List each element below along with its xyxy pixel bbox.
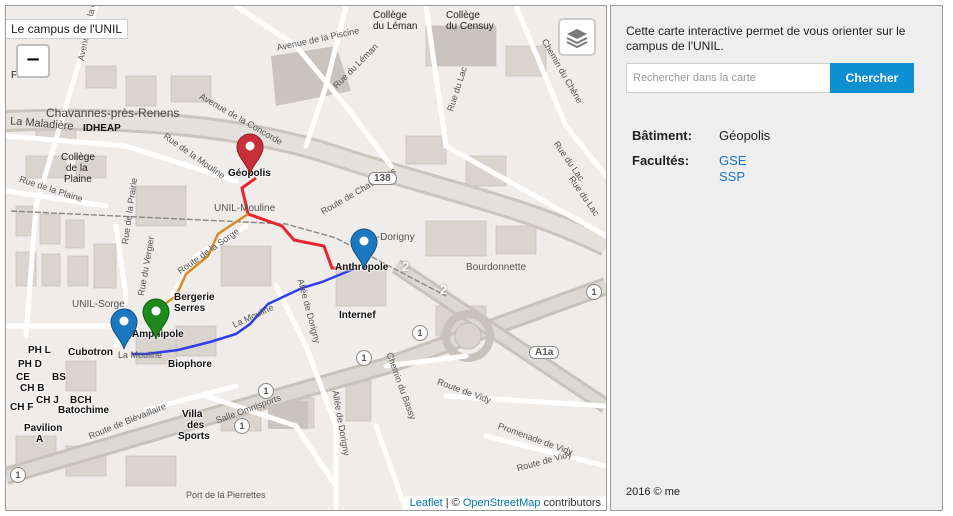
- map-label-bergerie[interactable]: Bergerie: [174, 292, 215, 303]
- building-row: Bâtiment: Géopolis: [632, 128, 770, 143]
- layers-icon: [566, 29, 588, 48]
- map-title: Le campus de l'UNIL: [6, 19, 129, 39]
- zoom-out-button[interactable]: −: [16, 44, 50, 78]
- info-panel: Cette carte interactive permet de vous o…: [610, 5, 943, 511]
- map-label-cubotron[interactable]: Cubotron: [68, 347, 113, 358]
- faculties-list: GSE SSP: [719, 153, 746, 185]
- map-label-internef[interactable]: Internef: [339, 310, 376, 321]
- faculty-link-ssp[interactable]: SSP: [719, 169, 746, 185]
- marker-geopolis[interactable]: [236, 133, 264, 175]
- map-label-building[interactable]: CH B: [20, 383, 44, 394]
- map-label-pavilion: A: [36, 434, 44, 445]
- marker-cubotron[interactable]: [110, 308, 138, 350]
- faculties-label: Facultés:: [632, 153, 690, 168]
- map-pin-icon: [110, 308, 138, 350]
- map-label-building: du Censuy: [446, 21, 494, 32]
- map-label-building[interactable]: PH L: [28, 345, 51, 356]
- map-pin-icon: [142, 298, 170, 340]
- layers-button[interactable]: [558, 18, 596, 56]
- route-number: 2: [402, 259, 410, 274]
- panel-description: Cette carte interactive permet de vous o…: [626, 24, 906, 53]
- map-label-building: de la: [66, 163, 88, 174]
- road-shield-138: 138: [368, 172, 397, 185]
- map-label-building[interactable]: CH F: [10, 402, 33, 413]
- attribution-text: contributors: [540, 497, 601, 509]
- panel-footer: 2016 © me: [626, 486, 680, 498]
- search-button[interactable]: Chercher: [830, 63, 914, 93]
- map-label-place: Chavannes-près-Renens: [46, 106, 180, 120]
- map-label-building[interactable]: BCH: [70, 395, 92, 406]
- map-label-building: Collège: [446, 10, 480, 21]
- route-number: 1: [412, 325, 428, 341]
- marker-amphipole[interactable]: [142, 298, 170, 340]
- map-label-villa-sports: des: [187, 420, 205, 431]
- map-label-building: Collège: [373, 10, 407, 21]
- marker-anthropole[interactable]: [350, 228, 378, 270]
- map-label-building: du Léman: [373, 21, 418, 32]
- attribution-separator: | ©: [442, 497, 463, 509]
- map-pin-icon: [236, 133, 264, 175]
- route-number: 1: [10, 467, 26, 483]
- map-label-building: Collège: [61, 152, 95, 163]
- map-label-batochime[interactable]: Batochime: [58, 405, 109, 416]
- map-label-villa-sports[interactable]: Villa: [182, 409, 202, 420]
- building-label: Bâtiment:: [632, 128, 692, 143]
- route-number: 1: [234, 418, 250, 434]
- search-input[interactable]: [626, 63, 838, 93]
- route-number: 1: [586, 284, 602, 300]
- map-label-building[interactable]: CH J: [36, 395, 59, 406]
- map-label-villa-sports: Sports: [178, 431, 210, 442]
- map-label-place: Port de la Pierrettes: [186, 490, 266, 500]
- map-label-building: Plaine: [64, 174, 92, 185]
- map-label-stop: UNIL-Mouline: [214, 203, 276, 214]
- road-shield-a1a: A1a: [529, 346, 560, 359]
- openstreetmap-link[interactable]: OpenStreetMap: [463, 497, 541, 509]
- map-pin-icon: [350, 228, 378, 270]
- map-label-building[interactable]: PH D: [18, 359, 42, 370]
- map-label-biophore[interactable]: Biophore: [168, 359, 212, 370]
- map-label-pavilion[interactable]: Pavilion: [24, 423, 62, 434]
- map-label-building: IDHEAP: [83, 123, 121, 134]
- route-number: 1: [356, 350, 372, 366]
- map-label-street: La Mouline: [118, 350, 163, 360]
- campus-map[interactable]: Avenue de la Gare Avenue de la Piscine R…: [5, 5, 607, 511]
- map-label-place: Bourdonnette: [466, 262, 527, 273]
- route-number: 1: [258, 383, 274, 399]
- map-label-building[interactable]: CE: [16, 372, 30, 383]
- leaflet-link[interactable]: Leaflet: [410, 497, 443, 509]
- faculty-link-gse[interactable]: GSE: [719, 153, 746, 169]
- map-label-building[interactable]: BS: [52, 372, 66, 383]
- faculties-row: Facultés: GSE SSP: [632, 153, 746, 185]
- map-attribution: Leaflet | © OpenStreetMap contributors: [404, 496, 606, 510]
- building-value: Géopolis: [719, 128, 771, 143]
- route-number: 2: [440, 282, 448, 297]
- map-label-serres[interactable]: Serres: [174, 303, 205, 314]
